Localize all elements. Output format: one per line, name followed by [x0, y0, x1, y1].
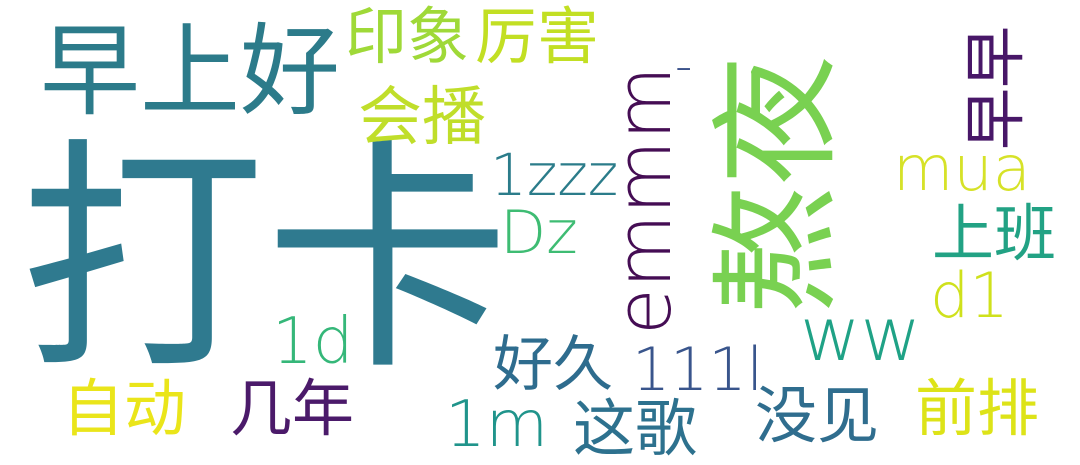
word-qianpai: 前排 [915, 372, 1040, 445]
word-dz: Dz [500, 198, 578, 268]
word-zidong: 自动 [62, 372, 187, 445]
word-111l: 111l [632, 335, 764, 405]
word-huibo: 会播 [358, 81, 486, 155]
word-ww: ww [800, 292, 922, 378]
word-lihai: 厉害 [475, 0, 600, 73]
word-daka: 打卡 [20, 118, 510, 403]
word-zhege: 这歌 [573, 392, 698, 465]
word-d1: d1 [930, 259, 1009, 332]
word-cloud: 打卡 熬夜 早上好 印象 厉害 会播 早早 - 1zzz emmm mua 上班… [0, 0, 1080, 463]
word-emmm: emmm [599, 66, 688, 335]
word-mua: mua [893, 132, 1031, 205]
word-meijian: 没见 [755, 379, 880, 452]
word-1m: 1m [445, 388, 549, 462]
word-1d: 1d [272, 305, 354, 379]
word-yinxiang: 印象 [345, 0, 470, 73]
word-jinian: 几年 [230, 372, 355, 445]
word-shangban: 上班 [932, 197, 1057, 270]
word-aoye: 熬夜 [701, 54, 853, 315]
word-zaoshanghao: 早上好 [40, 13, 340, 130]
word-haojiu: 好久 [493, 330, 613, 400]
